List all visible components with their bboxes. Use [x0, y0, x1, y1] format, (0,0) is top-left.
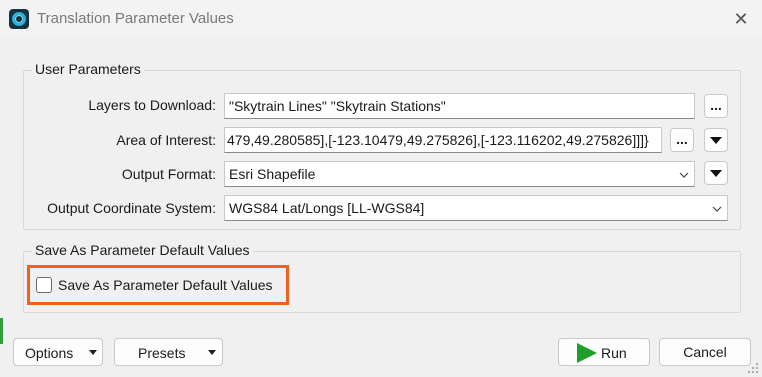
area-dropdown-button[interactable] — [704, 128, 728, 152]
caret-down-icon — [89, 350, 97, 355]
dropdown-arrow-icon — [710, 170, 722, 177]
chevron-down-icon — [712, 206, 722, 212]
layers-to-download-label: Layers to Download: — [88, 97, 216, 113]
save-defaults-checkbox[interactable] — [36, 277, 52, 293]
area-browse-button[interactable]: ... — [670, 128, 694, 152]
resize-grip-icon[interactable] — [746, 361, 760, 375]
presets-button[interactable]: Presets — [114, 338, 223, 366]
options-button[interactable]: Options — [13, 338, 103, 366]
window-edge-accent — [0, 318, 3, 344]
output-coordinate-system-value: WGS84 Lat/Longs [LL-WGS84] — [229, 200, 425, 216]
output-format-value: Esri Shapefile — [229, 166, 316, 182]
output-coordinate-system-label: Output Coordinate System: — [47, 200, 216, 216]
options-button-label: Options — [25, 345, 74, 361]
save-defaults-checkbox-label[interactable]: Save As Parameter Default Values — [58, 277, 273, 293]
close-icon[interactable]: ✕ — [728, 6, 754, 32]
chevron-down-icon — [679, 172, 689, 178]
output-format-dropdown-button[interactable] — [704, 161, 728, 185]
cancel-button[interactable]: Cancel — [659, 338, 751, 366]
caret-down-icon — [208, 350, 216, 355]
output-format-select[interactable]: Esri Shapefile — [224, 161, 695, 187]
layers-browse-button[interactable]: ... — [704, 94, 728, 118]
output-format-label: Output Format: — [121, 166, 216, 182]
window-title: Translation Parameter Values — [37, 10, 234, 27]
run-icon — [577, 343, 597, 363]
presets-button-label: Presets — [138, 345, 186, 361]
layers-to-download-input[interactable]: "Skytrain Lines" "Skytrain Stations" — [224, 93, 695, 119]
app-icon — [9, 9, 29, 29]
run-button-label: Run — [601, 345, 627, 361]
area-of-interest-input[interactable]: 479,49.280585],[-123.10479,49.275826],[-… — [224, 127, 662, 153]
user-parameters-title: User Parameters — [32, 61, 144, 77]
defaults-group-title: Save As Parameter Default Values — [32, 242, 253, 258]
dropdown-arrow-icon — [710, 137, 722, 144]
output-coordinate-system-select[interactable]: WGS84 Lat/Longs [LL-WGS84] — [224, 195, 728, 221]
area-of-interest-label: Area of Interest: — [116, 132, 216, 148]
run-button[interactable]: Run — [558, 338, 650, 366]
